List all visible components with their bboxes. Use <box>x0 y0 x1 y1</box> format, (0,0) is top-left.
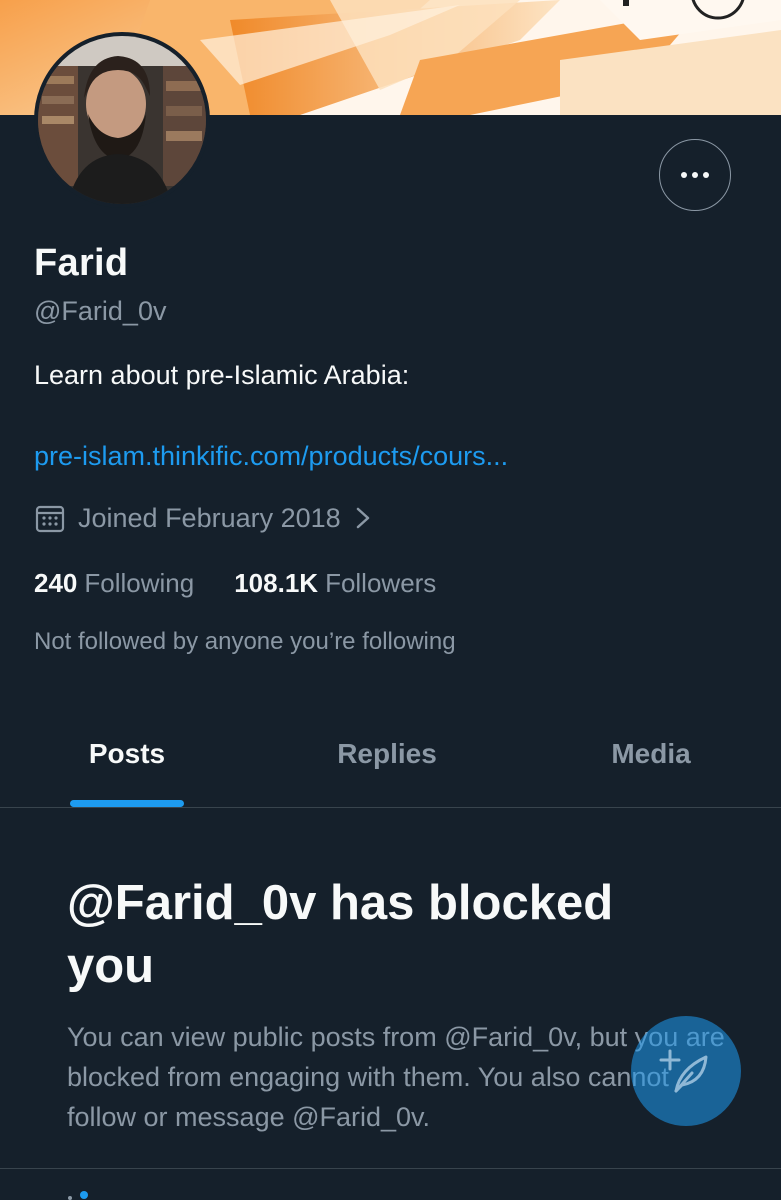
profile-handle: @Farid_0v <box>34 296 167 326</box>
joined-date[interactable]: Joined February 2018 <box>34 502 373 534</box>
avatar-image <box>38 36 206 204</box>
calendar-icon <box>35 505 65 533</box>
following-link[interactable]: 240 Following <box>34 568 194 599</box>
tab-replies[interactable]: Replies <box>322 700 452 807</box>
more-horizontal-icon <box>681 172 709 178</box>
bottom-divider <box>0 1168 781 1169</box>
tab-media-label: Media <box>611 737 691 769</box>
followers-count: 108.1K <box>234 568 319 598</box>
blocked-description: You can view public posts from @Farid_0v… <box>67 1022 725 1132</box>
tab-posts[interactable]: Posts <box>70 700 184 807</box>
mutual-followers-note: Not followed by anyone you’re following <box>34 628 456 655</box>
profile-link[interactable]: pre-islam.thinkific.com/products/cours..… <box>34 441 508 472</box>
tab-posts-label: Posts <box>88 737 166 769</box>
profile-bio: Learn about pre-Islamic Arabia: <box>34 360 410 390</box>
active-tab-indicator <box>70 800 184 807</box>
followers-link[interactable]: 108.1K Followers <box>234 568 436 599</box>
joined-label: Joined February 2018 <box>78 502 341 533</box>
chevron-right-icon <box>356 507 369 529</box>
profile-tabs: Posts Replies Media <box>0 700 781 808</box>
next-item-icon <box>68 1191 88 1200</box>
profile-avatar[interactable] <box>34 32 210 208</box>
compose-post-button[interactable] <box>631 1016 741 1126</box>
follow-stats: 240 Following 108.1K Followers <box>34 568 436 599</box>
compose-post-icon <box>659 1049 708 1093</box>
more-options-button[interactable] <box>659 139 731 211</box>
tab-replies-label: Replies <box>337 737 437 769</box>
blocked-title: @Farid_0v has blocked you <box>67 876 614 993</box>
following-label: Following <box>84 568 195 598</box>
followers-label: Followers <box>325 568 437 598</box>
profile-name: Farid <box>34 242 129 284</box>
following-count: 240 <box>34 568 78 598</box>
tab-media[interactable]: Media <box>596 700 706 807</box>
